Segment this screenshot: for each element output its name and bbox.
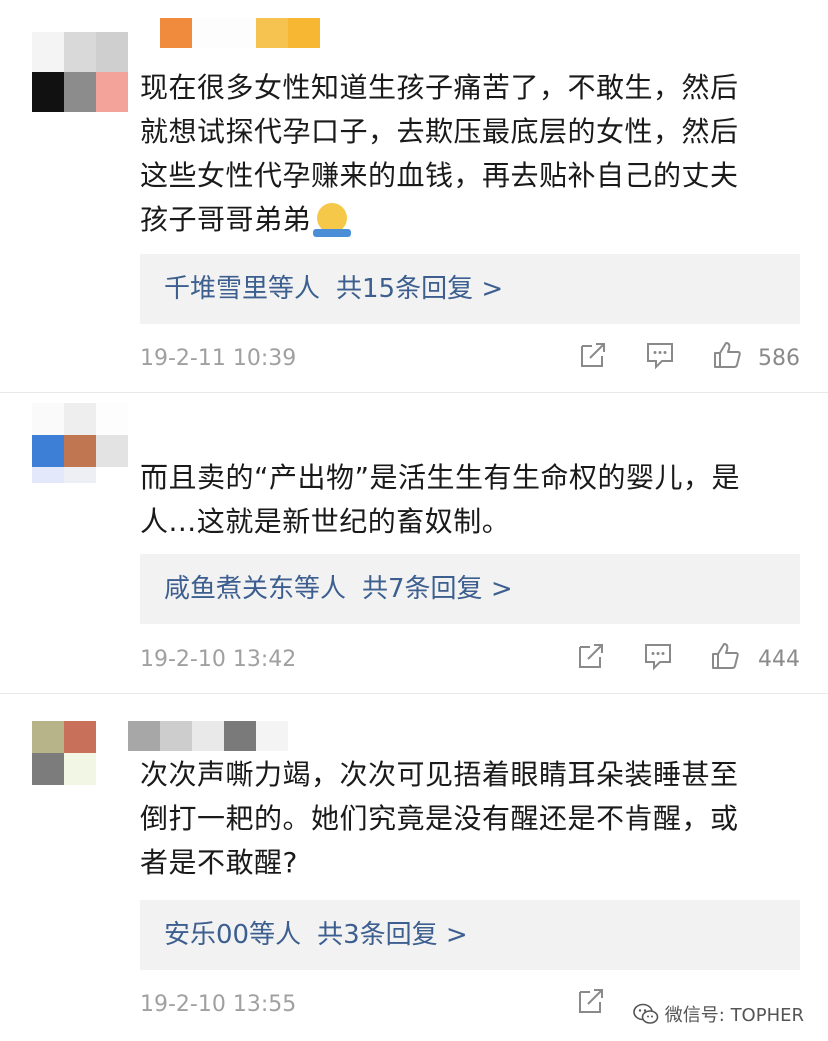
share-icon[interactable] xyxy=(578,340,608,370)
divider xyxy=(0,693,828,694)
comment-line: 倒打一耙的。她们究竟是没有醒还是不肯醒，或 xyxy=(140,802,739,835)
comment-line: 人...这就是新世纪的畜奴制。 xyxy=(140,505,511,538)
watermark-text: 微信号: TOPHER xyxy=(664,1005,804,1026)
thumbs-up-icon[interactable] xyxy=(710,641,740,671)
reply-names: 咸鱼煮关东等人 xyxy=(164,574,347,604)
comment-icon[interactable] xyxy=(643,641,673,671)
comment-line: 者是不敢醒? xyxy=(140,846,298,879)
divider xyxy=(0,392,828,393)
reply-count-link[interactable]: 共15条回复 > xyxy=(336,274,503,304)
reply-summary[interactable]: 咸鱼煮关东等人 共7条回复 > xyxy=(140,554,800,624)
comment-line: 次次声嘶力竭，次次可见捂着眼睛耳朵装睡甚至 xyxy=(140,758,739,791)
username-blurred[interactable] xyxy=(160,18,320,48)
shrug-emoji xyxy=(313,203,352,237)
like-count: 586 xyxy=(758,346,800,371)
reply-count-link[interactable]: 共7条回复 > xyxy=(362,574,513,604)
comment-line: 现在很多女性知道生孩子痛苦了，不敢生，然后 xyxy=(140,71,739,104)
comment-text: 现在很多女性知道生孩子痛苦了，不敢生，然后 就想试探代孕口子，去欺压最底层的女性… xyxy=(140,66,800,242)
avatar[interactable] xyxy=(32,32,128,112)
username-blurred[interactable] xyxy=(128,721,288,751)
comment-meta: 19-2-10 13:42 444 xyxy=(140,641,800,681)
comment-item: 现在很多女性知道生孩子痛苦了，不敢生，然后 就想试探代孕口子，去欺压最底层的女性… xyxy=(0,0,828,395)
timestamp: 19-2-10 13:42 xyxy=(140,647,297,672)
comment-line: 这些女性代孕赚来的血钱，再去贴补自己的丈夫 xyxy=(140,159,739,192)
reply-names: 千堆雪里等人 xyxy=(164,274,321,304)
timestamp: 19-2-11 10:39 xyxy=(140,346,297,371)
comment-meta: 19-2-11 10:39 586 xyxy=(140,340,800,380)
thumbs-up-icon[interactable] xyxy=(712,340,742,370)
avatar[interactable] xyxy=(32,403,128,483)
comment-line: 而且卖的“产出物”是活生生有生命权的婴儿，是 xyxy=(140,461,741,494)
reply-summary[interactable]: 安乐00等人 共3条回复 > xyxy=(140,900,800,970)
avatar[interactable] xyxy=(32,721,128,801)
comment-text: 而且卖的“产出物”是活生生有生命权的婴儿，是 人...这就是新世纪的畜奴制。 xyxy=(140,456,800,544)
comment-icon[interactable] xyxy=(645,340,675,370)
comment-item: 而且卖的“产出物”是活生生有生命权的婴儿，是 人...这就是新世纪的畜奴制。 咸… xyxy=(0,395,828,695)
wechat-icon xyxy=(632,1003,659,1024)
reply-summary[interactable]: 千堆雪里等人 共15条回复 > xyxy=(140,254,800,324)
wechat-watermark: 微信号: TOPHER xyxy=(632,1001,804,1027)
reply-names: 安乐00等人 xyxy=(164,920,302,950)
timestamp: 19-2-10 13:55 xyxy=(140,992,297,1017)
comment-line: 孩子哥哥弟弟 xyxy=(140,203,312,236)
comment-item: 次次声嘶力竭，次次可见捂着眼睛耳朵装睡甚至 倒打一耙的。她们究竟是没有醒还是不肯… xyxy=(0,695,828,1041)
reply-count-link[interactable]: 共3条回复 > xyxy=(317,920,468,950)
share-icon[interactable] xyxy=(576,641,606,671)
comment-text: 次次声嘶力竭，次次可见捂着眼睛耳朵装睡甚至 倒打一耙的。她们究竟是没有醒还是不肯… xyxy=(140,753,800,885)
like-count: 444 xyxy=(758,647,800,672)
share-icon[interactable] xyxy=(576,986,606,1016)
comment-line: 就想试探代孕口子，去欺压最底层的女性，然后 xyxy=(140,115,739,148)
